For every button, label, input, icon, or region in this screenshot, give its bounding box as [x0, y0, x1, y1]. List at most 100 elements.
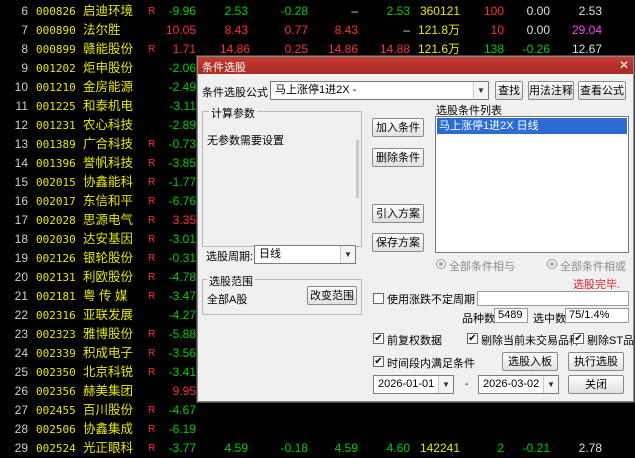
row-index: 11 [15, 99, 28, 113]
row-index: 21 [14, 289, 28, 303]
row-index: 15 [14, 175, 28, 189]
change-percent: -3.85 [168, 156, 196, 170]
date-from-picker[interactable]: 2026-01-01 ▼ [373, 375, 454, 394]
calc-params-group: 计算参数 无参数需要设置 [202, 105, 362, 247]
cell-c8: -0.21 [522, 441, 550, 455]
time-range-label: 时间段内满足条件 [387, 358, 475, 370]
row-index: 10 [14, 80, 28, 94]
chevron-down-icon[interactable]: ▼ [473, 82, 488, 99]
import-scheme-button[interactable]: 引入方案 [372, 204, 424, 223]
delete-condition-button[interactable]: 删除条件 [372, 148, 424, 167]
stock-code: 002028 [36, 214, 76, 227]
table-row[interactable]: 7 000890 法尔胜 10.05 8.43 0.77 8.43 –121.8万 10 0.00… [0, 21, 635, 40]
add-condition-button[interactable]: 加入条件 [372, 118, 424, 137]
stock-name: 农心科技 [83, 118, 134, 132]
stock-name: 百川股份 [83, 403, 134, 417]
change-percent: -4.27 [168, 308, 196, 322]
stock-name: 积成电子 [83, 346, 134, 360]
stock-code: 002030 [36, 233, 76, 246]
uncertain-period-checkbox[interactable] [373, 293, 384, 304]
dialog-titlebar[interactable]: 条件选股 ✕ [198, 57, 633, 74]
row-index: 12 [14, 118, 28, 132]
usage-notes-button[interactable]: 用法注释 [528, 81, 574, 100]
count-label: 品种数 [462, 313, 495, 325]
period-select[interactable]: 日线 ▼ [254, 245, 356, 264]
cell-c3: 0.77 [284, 23, 308, 37]
formula-select[interactable]: 马上涨停1进2X - ▼ [270, 81, 489, 100]
row-index: 24 [14, 346, 28, 360]
table-row[interactable]: 28 002506 协鑫集成 R -6.19 [0, 420, 635, 439]
time-range-checkbox[interactable]: ✔ [373, 356, 384, 367]
row-index: 7 [21, 23, 28, 37]
save-scheme-button[interactable]: 保存方案 [372, 233, 424, 252]
condition-list-item[interactable]: 马上涨停1进2X 日线 [437, 118, 627, 134]
stock-name: 金房能源 [83, 80, 134, 94]
stock-code: 000899 [36, 43, 76, 56]
stock-code: 002524 [36, 442, 76, 455]
row-index: 23 [14, 327, 28, 341]
cell-c5: 4.60 [386, 441, 410, 455]
row-index: 20 [14, 270, 28, 284]
radio-or[interactable] [547, 259, 557, 269]
change-percent: -2.89 [168, 118, 196, 132]
date-from-value: 2026-01-01 [378, 378, 435, 390]
remove-st-checkbox[interactable]: ✔ [573, 333, 584, 344]
change-percent: 1.71 [172, 42, 196, 56]
row-index: 14 [14, 156, 28, 170]
find-button[interactable]: 查找 [495, 81, 523, 100]
status-text: 选股完毕. [573, 279, 621, 291]
change-percent: -3.11 [169, 99, 196, 113]
margin-flag: R [148, 443, 156, 454]
stock-code: 002316 [36, 309, 76, 322]
change-percent: -3.77 [168, 441, 196, 455]
change-range-button[interactable]: 改变范围 [307, 286, 357, 305]
view-formula-button[interactable]: 查看公式 [578, 81, 626, 100]
change-percent: -4.67 [168, 403, 196, 417]
table-row[interactable]: 6 000826 启迪环境 R -9.96 2.53 -0.28 – 2.53 360121 100… [0, 2, 635, 21]
add-to-block-button[interactable]: 选股入板块 [502, 352, 558, 387]
margin-flag: R [148, 291, 156, 302]
row-index: 8 [21, 42, 28, 56]
remove-st-label: 剔除ST品种 [587, 335, 635, 347]
radio-and[interactable] [436, 259, 446, 269]
stock-code: 001225 [36, 100, 76, 113]
radio-and-label: 全部条件相与 [449, 261, 515, 273]
params-scrollbar[interactable] [356, 140, 359, 198]
uncertain-period-input[interactable] [477, 291, 629, 306]
change-percent: -3.01 [168, 232, 196, 246]
close-icon[interactable]: ✕ [618, 59, 630, 71]
stock-code: 002017 [36, 195, 76, 208]
margin-flag: R [148, 272, 156, 283]
row-index: 6 [21, 4, 28, 18]
chevron-down-icon[interactable]: ▼ [543, 376, 558, 393]
change-percent: -4.78 [168, 270, 196, 284]
calc-params-title: 计算参数 [209, 105, 257, 121]
execute-button[interactable]: 执行选股 [568, 352, 624, 371]
close-button[interactable]: 关闭 [568, 375, 624, 394]
cell-c9: 2.78 [578, 441, 602, 455]
row-index: 28 [14, 422, 28, 436]
cell-c6: 142241 [419, 441, 460, 455]
row-index: 13 [14, 137, 28, 151]
cell-c7: 2 [497, 441, 504, 455]
row-index: 25 [14, 365, 28, 379]
stock-code: 002455 [36, 404, 76, 417]
stock-code: 002350 [36, 366, 76, 379]
stock-code: 002356 [36, 385, 76, 398]
prefq-checkbox[interactable]: ✔ [373, 333, 384, 344]
remove-untraded-checkbox[interactable]: ✔ [467, 333, 478, 344]
change-percent: -2.06 [168, 61, 196, 75]
chevron-down-icon[interactable]: ▼ [438, 376, 453, 393]
row-index: 17 [14, 213, 28, 227]
cell-c3: -0.18 [280, 441, 308, 455]
date-to-picker[interactable]: 2026-03-02 ▼ [478, 375, 559, 394]
chevron-down-icon[interactable]: ▼ [340, 246, 355, 263]
stock-code: 001389 [36, 138, 76, 151]
prefq-label: 前复权数据 [387, 335, 442, 347]
stock-name: 和泰机电 [83, 99, 134, 113]
condition-list[interactable]: 马上涨停1进2X 日线 [435, 116, 629, 253]
table-row[interactable]: 27 002455 百川股份 R -4.67 [0, 401, 635, 420]
table-row[interactable]: 29 002524 光正眼科 R -3.77 4.59 -0.18 4.59 4.60 14224… [0, 439, 635, 458]
uncertain-period-label: 使用涨跌不定周期 [387, 294, 475, 306]
remove-untraded-label: 剔除当前未交易品种 [481, 335, 580, 347]
